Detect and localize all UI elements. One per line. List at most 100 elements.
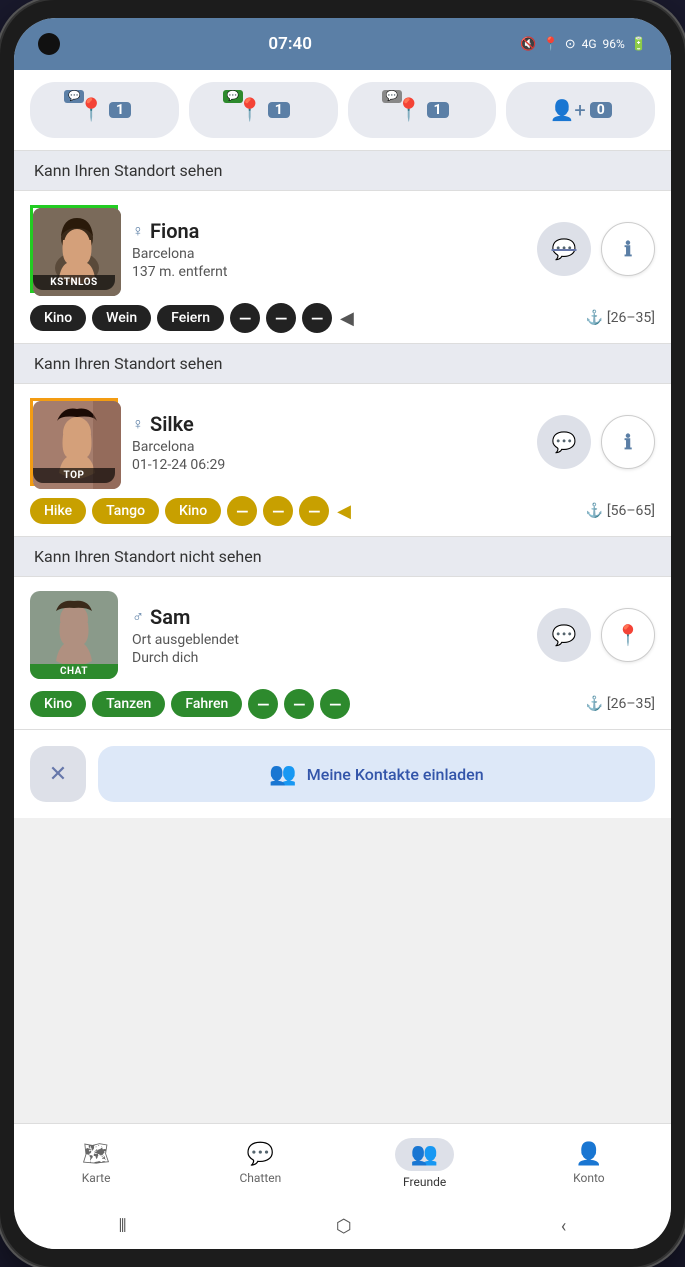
- user-info-sam: ♂ Sam Ort ausgeblendet Durch dich: [132, 605, 523, 666]
- notif-tab-2[interactable]: 📍 💬 1: [189, 82, 338, 138]
- nav-label-chatten: Chatten: [239, 1171, 281, 1185]
- tag-dot-sam-1: —: [284, 689, 314, 719]
- tag-dot-sam-2: —: [320, 689, 350, 719]
- tags-row-fiona: Kino Wein Feiern — — — ◀ ⚓ [26–35]: [30, 303, 655, 333]
- user-distance-silke: 01-12-24 06:29: [132, 457, 523, 473]
- android-back-btn[interactable]: ‹: [561, 1216, 566, 1237]
- notif-tab-3[interactable]: 📍 💬 1: [348, 82, 497, 138]
- nav-item-chatten[interactable]: 💬 Chatten: [178, 1124, 342, 1203]
- android-recent-btn[interactable]: ⦀: [119, 1216, 127, 1237]
- location-icon: 📍: [543, 37, 559, 52]
- user-card-sam: CHAT ♂ Sam Ort ausgeblendet Durch dich 💬: [14, 577, 671, 730]
- tag-fiona-1: Wein: [92, 305, 151, 331]
- status-icons: 🔇 📍 ⊙ 4G 96% 🔋: [520, 37, 647, 52]
- no-chat-icon-silke: 💬: [552, 430, 577, 455]
- tag-dot-sam-0: —: [248, 689, 278, 719]
- battery-icon: 96%: [603, 37, 625, 51]
- tag-sam-0: Kino: [30, 691, 86, 717]
- nav-item-freunde[interactable]: 👥 Freunde: [343, 1124, 507, 1203]
- invite-button[interactable]: 👥 Meine Kontakte einladen: [98, 746, 655, 802]
- chat-icon: 💬: [247, 1142, 274, 1167]
- no-chat-btn-sam[interactable]: 💬: [537, 608, 591, 662]
- nav-item-konto[interactable]: 👤 Konto: [507, 1124, 671, 1203]
- notif-tab-add[interactable]: 👤+ 0: [506, 82, 655, 138]
- signal-icon: 4G: [582, 37, 597, 51]
- no-chat-btn-silke[interactable]: 💬: [537, 415, 591, 469]
- camera-notch: [38, 33, 60, 55]
- no-chat-icon: 💬: [552, 237, 577, 262]
- info-btn-fiona[interactable]: ℹ: [601, 222, 655, 276]
- phone-screen: 07:40 🔇 📍 ⊙ 4G 96% 🔋 📍 💬 1 📍 💬 1: [14, 18, 671, 1249]
- gender-icon-fiona: ♀: [132, 221, 144, 241]
- avatar-label-silke: TOP: [33, 468, 115, 483]
- tag-silke-1: Tango: [92, 498, 159, 524]
- user-location-sam: Ort ausgeblendet: [132, 632, 523, 648]
- user-name-silke: Silke: [150, 412, 194, 436]
- bottom-nav: 🗺 Karte 💬 Chatten 👥 Freunde 👤 Konto: [14, 1123, 671, 1203]
- location-icon-sam: 📍: [616, 623, 641, 648]
- avatar-sam[interactable]: CHAT: [30, 591, 118, 679]
- android-home-btn[interactable]: ⬡: [336, 1216, 352, 1237]
- age-badge-silke: ⚓ [56–65]: [585, 503, 655, 519]
- user-card-fiona: KSTNLOS ♀ Fiona Barcelona 137 m. entfern…: [14, 191, 671, 344]
- section-header-2: Kann Ihren Standort sehen: [14, 344, 671, 384]
- gender-icon-sam: ♂: [132, 607, 144, 627]
- user-actions-silke: 💬 ℹ: [537, 415, 655, 469]
- add-person-icon: 👤+: [550, 98, 586, 122]
- no-chat-btn-fiona[interactable]: 💬: [537, 222, 591, 276]
- age-badge-fiona: ⚓ [26–35]: [585, 310, 655, 326]
- notif-count-add: 0: [590, 102, 612, 118]
- tag-dot-fiona-1: —: [266, 303, 296, 333]
- notif-count-3: 1: [427, 102, 449, 118]
- user-location-fiona: Barcelona: [132, 246, 523, 262]
- tags-row-sam: Kino Tanzen Fahren — — — ⚓ [26–35]: [30, 689, 655, 719]
- tag-fiona-2: Feiern: [157, 305, 224, 331]
- friends-icon: 👥: [411, 1142, 438, 1167]
- account-icon: 👤: [575, 1142, 602, 1167]
- status-bar: 07:40 🔇 📍 ⊙ 4G 96% 🔋: [14, 18, 671, 70]
- location-btn-sam[interactable]: 📍: [601, 608, 655, 662]
- user-distance-sam: Durch dich: [132, 650, 523, 666]
- tag-silke-0: Hike: [30, 498, 86, 524]
- avatar-label-fiona: KSTNLOS: [33, 275, 115, 290]
- age-icon-silke: ⚓: [585, 503, 602, 519]
- tag-fiona-0: Kino: [30, 305, 86, 331]
- collapse-icon: ✕: [49, 762, 67, 787]
- avatar-silke[interactable]: TOP: [30, 398, 118, 486]
- notif-count-2: 1: [268, 102, 290, 118]
- tags-row-silke: Hike Tango Kino — — — ◀ ⚓ [56–65]: [30, 496, 655, 526]
- collapse-button[interactable]: ✕: [30, 746, 86, 802]
- battery-full: 🔋: [631, 37, 647, 52]
- tag-dot-silke-2: —: [299, 496, 329, 526]
- gender-icon-silke: ♀: [132, 414, 144, 434]
- bottom-actions: ✕ 👥 Meine Kontakte einladen: [14, 730, 671, 818]
- nav-item-karte[interactable]: 🗺 Karte: [14, 1124, 178, 1203]
- map-icon: 🗺: [82, 1142, 110, 1167]
- user-location-silke: Barcelona: [132, 439, 523, 455]
- status-time: 07:40: [268, 34, 311, 54]
- avatar-label-sam: CHAT: [30, 664, 118, 679]
- wifi-icon: ⊙: [565, 37, 576, 52]
- invite-label: Meine Kontakte einladen: [307, 765, 484, 784]
- phone-shell: 07:40 🔇 📍 ⊙ 4G 96% 🔋 📍 💬 1 📍 💬 1: [0, 0, 685, 1267]
- no-chat-icon-sam: 💬: [552, 623, 577, 648]
- avatar-fiona[interactable]: KSTNLOS: [30, 205, 118, 293]
- notif-count-1: 1: [109, 102, 131, 118]
- android-nav: ⦀ ⬡ ‹: [14, 1203, 671, 1249]
- mute-icon: 🔇: [520, 37, 536, 52]
- tag-dot-fiona-2: —: [302, 303, 332, 333]
- tag-silke-2: Kino: [165, 498, 221, 524]
- nav-label-karte: Karte: [82, 1171, 111, 1185]
- info-icon-fiona: ℹ: [624, 237, 632, 262]
- section-header-3: Kann Ihren Standort nicht sehen: [14, 537, 671, 577]
- age-badge-sam: ⚓ [26–35]: [585, 696, 655, 712]
- more-icon-silke: ◀: [337, 501, 351, 522]
- user-card-silke: TOP ♀ Silke Barcelona 01-12-24 06:29 💬: [14, 384, 671, 537]
- info-btn-silke[interactable]: ℹ: [601, 415, 655, 469]
- tag-dot-fiona-0: —: [230, 303, 260, 333]
- nav-label-freunde: Freunde: [403, 1175, 446, 1189]
- notif-tab-1[interactable]: 📍 💬 1: [30, 82, 179, 138]
- user-actions-fiona: 💬 ℹ: [537, 222, 655, 276]
- age-icon-sam: ⚓: [585, 696, 602, 712]
- tag-sam-1: Tanzen: [92, 691, 165, 717]
